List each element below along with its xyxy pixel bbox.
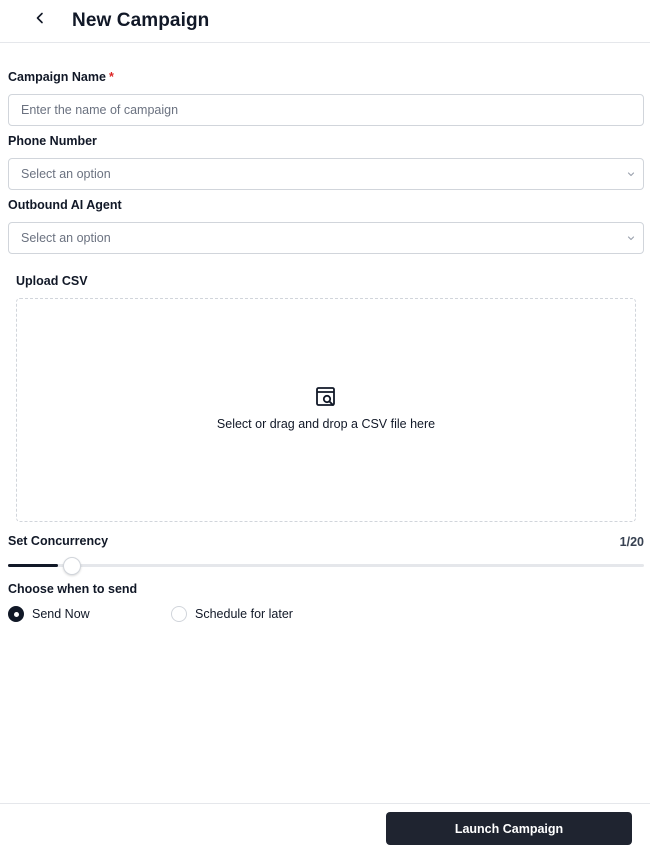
page-footer: Launch Campaign [0, 803, 650, 849]
required-marker: * [108, 70, 114, 84]
phone-number-selected-value: Select an option [21, 167, 111, 181]
campaign-name-label: Campaign Name * [8, 70, 114, 84]
schedule-later-option[interactable]: Schedule for later [171, 605, 293, 623]
send-time-label: Choose when to send [8, 582, 138, 596]
campaign-name-input[interactable] [9, 95, 643, 125]
csv-dropzone[interactable]: Select or drag and drop a CSV file here [16, 298, 636, 522]
send-now-option[interactable]: Send Now [8, 605, 90, 623]
send-now-label: Send Now [32, 607, 90, 621]
outbound-agent-select[interactable]: Select an option [8, 222, 644, 254]
chevron-down-icon [627, 236, 635, 241]
launch-campaign-button[interactable]: Launch Campaign [386, 812, 632, 845]
slider-fill [8, 564, 58, 567]
campaign-name-field [8, 94, 644, 126]
slider-thumb[interactable] [63, 556, 81, 575]
dropzone-prompt: Select or drag and drop a CSV file here [216, 417, 436, 431]
file-search-icon [316, 387, 335, 406]
chevron-left-icon [36, 12, 43, 24]
page-title: New Campaign [72, 10, 210, 31]
concurrency-slider[interactable] [8, 556, 644, 575]
schedule-later-radio[interactable] [171, 606, 187, 622]
back-button[interactable] [30, 8, 50, 28]
phone-number-label: Phone Number [8, 134, 97, 148]
outbound-agent-label: Outbound AI Agent [8, 198, 122, 212]
concurrency-value: 1/20 [619, 535, 644, 549]
send-now-radio[interactable] [8, 606, 24, 622]
outbound-agent-selected-value: Select an option [21, 231, 111, 245]
upload-csv-label: Upload CSV [16, 274, 88, 288]
page-header: New Campaign [0, 0, 650, 43]
concurrency-label: Set Concurrency [8, 534, 109, 548]
campaign-name-label-text: Campaign Name [8, 70, 106, 84]
schedule-later-label: Schedule for later [195, 607, 293, 621]
chevron-down-icon [627, 172, 635, 177]
phone-number-select[interactable]: Select an option [8, 158, 644, 190]
